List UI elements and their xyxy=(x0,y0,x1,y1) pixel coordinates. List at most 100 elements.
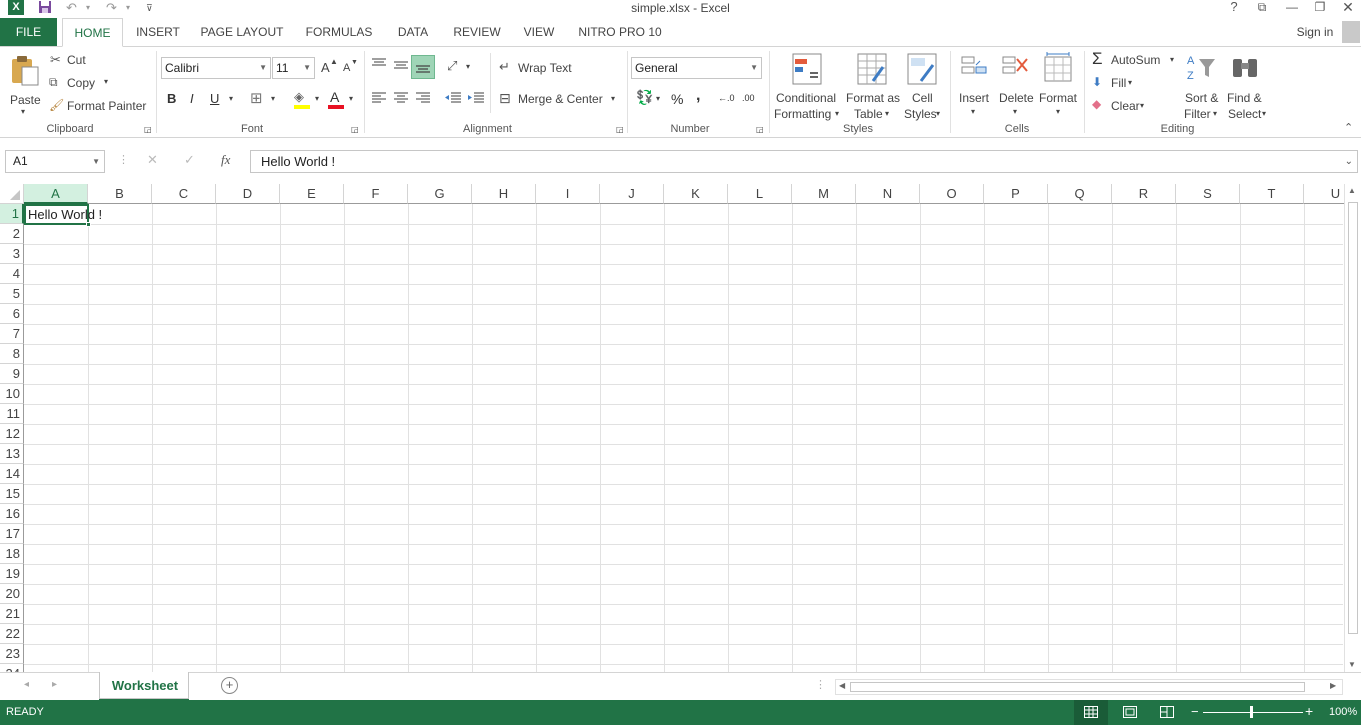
row-header-19[interactable]: 19 xyxy=(0,564,24,584)
increase-font-size-button[interactable]: A xyxy=(321,60,330,75)
sign-in-link[interactable]: Sign in xyxy=(1290,18,1340,46)
name-box[interactable]: A1 ▼ xyxy=(5,150,105,173)
minimize-icon[interactable]: — xyxy=(1280,0,1304,16)
format-cells-button[interactable]: Format ▾ xyxy=(1037,51,1081,121)
decrease-indent-icon[interactable] xyxy=(444,91,462,105)
column-header-j[interactable]: J xyxy=(600,184,664,204)
restore-icon[interactable]: ❐ xyxy=(1308,0,1332,16)
row-header-17[interactable]: 17 xyxy=(0,524,24,544)
copy-button[interactable]: Copy xyxy=(67,76,95,90)
copy-dropdown-icon[interactable]: ▾ xyxy=(104,77,108,86)
account-avatar-icon[interactable] xyxy=(1342,21,1360,43)
tab-file[interactable]: FILE xyxy=(0,18,57,46)
column-header-i[interactable]: I xyxy=(536,184,600,204)
vertical-scrollbar[interactable]: ▲ ▼ xyxy=(1344,184,1361,672)
row-header-1[interactable]: 1 xyxy=(0,204,24,224)
font-name-select[interactable]: Calibri ▼ xyxy=(161,57,271,79)
row-header-16[interactable]: 16 xyxy=(0,504,24,524)
font-launcher-icon[interactable]: ◲ xyxy=(351,125,359,134)
orientation-icon[interactable]: ⤢ xyxy=(447,58,457,74)
row-header-12[interactable]: 12 xyxy=(0,424,24,444)
row-header-6[interactable]: 6 xyxy=(0,304,24,324)
row-header-21[interactable]: 21 xyxy=(0,604,24,624)
number-format-select[interactable]: General ▼ xyxy=(631,57,762,79)
wrap-text-button[interactable]: Wrap Text xyxy=(518,61,572,75)
fill-handle[interactable] xyxy=(86,222,91,227)
column-header-a[interactable]: A xyxy=(24,184,88,204)
column-header-q[interactable]: Q xyxy=(1048,184,1112,204)
formula-input[interactable]: Hello World ! ⌄ xyxy=(250,150,1358,173)
scroll-right-icon[interactable]: ▶ xyxy=(1330,681,1336,690)
scroll-up-icon[interactable]: ▲ xyxy=(1348,186,1356,195)
normal-view-button[interactable] xyxy=(1074,700,1108,725)
font-size-select[interactable]: 11 ▼ xyxy=(272,57,315,79)
sort-filter-button[interactable]: AZ Sort & Filter ▾ xyxy=(1180,51,1224,121)
zoom-out-button[interactable]: − xyxy=(1191,704,1199,719)
decrease-font-size-button[interactable]: A xyxy=(343,62,350,74)
row-header-22[interactable]: 22 xyxy=(0,624,24,644)
insert-cells-button[interactable]: Insert ▾ xyxy=(954,51,994,121)
page-break-view-icon[interactable] xyxy=(1160,706,1174,718)
font-color-dropdown-icon[interactable]: ▾ xyxy=(349,94,353,103)
column-header-m[interactable]: M xyxy=(792,184,856,204)
paste-button[interactable]: Paste ▾ xyxy=(6,53,42,117)
conditional-formatting-button[interactable]: Conditional Formatting ▾ xyxy=(772,51,842,121)
format-painter-button[interactable]: Format Painter xyxy=(67,99,146,113)
scroll-down-icon[interactable]: ▼ xyxy=(1348,660,1356,669)
comma-style-button[interactable]: , xyxy=(696,87,700,105)
tab-review[interactable]: REVIEW xyxy=(448,18,506,46)
row-header-5[interactable]: 5 xyxy=(0,284,24,304)
row-header-15[interactable]: 15 xyxy=(0,484,24,504)
row-header-24[interactable]: 24 xyxy=(0,664,24,672)
column-header-k[interactable]: K xyxy=(664,184,728,204)
worksheet-grid[interactable]: ABCDEFGHIJKLMNOPQRSTU 1 2 3 4 5 6 7 8 9 10 11 12 13 1… xyxy=(0,184,1361,672)
underline-button[interactable]: U xyxy=(210,91,219,106)
autosum-button[interactable]: AutoSum xyxy=(1111,53,1160,67)
column-header-l[interactable]: L xyxy=(728,184,792,204)
enter-icon[interactable]: ✓ xyxy=(184,152,195,168)
clipboard-launcher-icon[interactable]: ◲ xyxy=(144,125,152,134)
tab-insert[interactable]: INSERT xyxy=(132,18,184,46)
increase-decimal-button[interactable]: ←.0 xyxy=(718,93,735,103)
column-header-s[interactable]: S xyxy=(1176,184,1240,204)
tab-nitro[interactable]: NITRO PRO 10 xyxy=(572,18,668,46)
page-layout-view-icon[interactable] xyxy=(1123,706,1137,718)
cell-a1[interactable]: Hello World ! xyxy=(24,204,102,225)
column-header-b[interactable]: B xyxy=(88,184,152,204)
help-button[interactable]: ? xyxy=(1222,0,1246,16)
row-header-4[interactable]: 4 xyxy=(0,264,24,284)
collapse-ribbon-icon[interactable]: ⌃ xyxy=(1344,121,1353,134)
scroll-left-icon[interactable]: ◀ xyxy=(839,681,845,690)
align-left-icon[interactable] xyxy=(371,91,387,105)
cancel-icon[interactable]: ✕ xyxy=(147,152,158,168)
horizontal-scrollbar[interactable]: ◀ ▶ xyxy=(835,679,1343,695)
insert-function-button[interactable]: fx xyxy=(221,152,230,168)
tab-formulas[interactable]: FORMULAS xyxy=(300,18,378,46)
increase-indent-icon[interactable] xyxy=(467,91,485,105)
fill-dropdown-icon[interactable]: ▾ xyxy=(1128,78,1132,87)
align-top-icon[interactable] xyxy=(371,57,387,71)
row-header-20[interactable]: 20 xyxy=(0,584,24,604)
zoom-level[interactable]: 100% xyxy=(1329,706,1357,718)
h-scroll-thumb[interactable] xyxy=(850,682,1305,692)
alignment-launcher-icon[interactable]: ◲ xyxy=(616,125,624,134)
clear-dropdown-icon[interactable]: ▾ xyxy=(1140,101,1144,110)
expand-formula-bar-icon[interactable]: ⌄ xyxy=(1345,151,1353,172)
cell-styles-button[interactable]: Cell Styles ▾ xyxy=(902,51,946,121)
row-header-11[interactable]: 11 xyxy=(0,404,24,424)
prev-sheet-icon[interactable]: ◂ xyxy=(24,679,29,690)
zoom-slider-track[interactable] xyxy=(1203,712,1303,713)
column-header-e[interactable]: E xyxy=(280,184,344,204)
split-handle-icon[interactable]: ⋮ xyxy=(815,678,826,691)
row-header-23[interactable]: 23 xyxy=(0,644,24,664)
new-sheet-icon[interactable]: + xyxy=(221,677,238,694)
column-header-h[interactable]: H xyxy=(472,184,536,204)
column-header-o[interactable]: O xyxy=(920,184,984,204)
column-header-p[interactable]: P xyxy=(984,184,1048,204)
bold-button[interactable]: B xyxy=(167,91,176,106)
row-header-2[interactable]: 2 xyxy=(0,224,24,244)
column-header-t[interactable]: T xyxy=(1240,184,1304,204)
underline-dropdown-icon[interactable]: ▾ xyxy=(229,94,233,103)
column-header-r[interactable]: R xyxy=(1112,184,1176,204)
scroll-thumb[interactable] xyxy=(1348,202,1358,634)
